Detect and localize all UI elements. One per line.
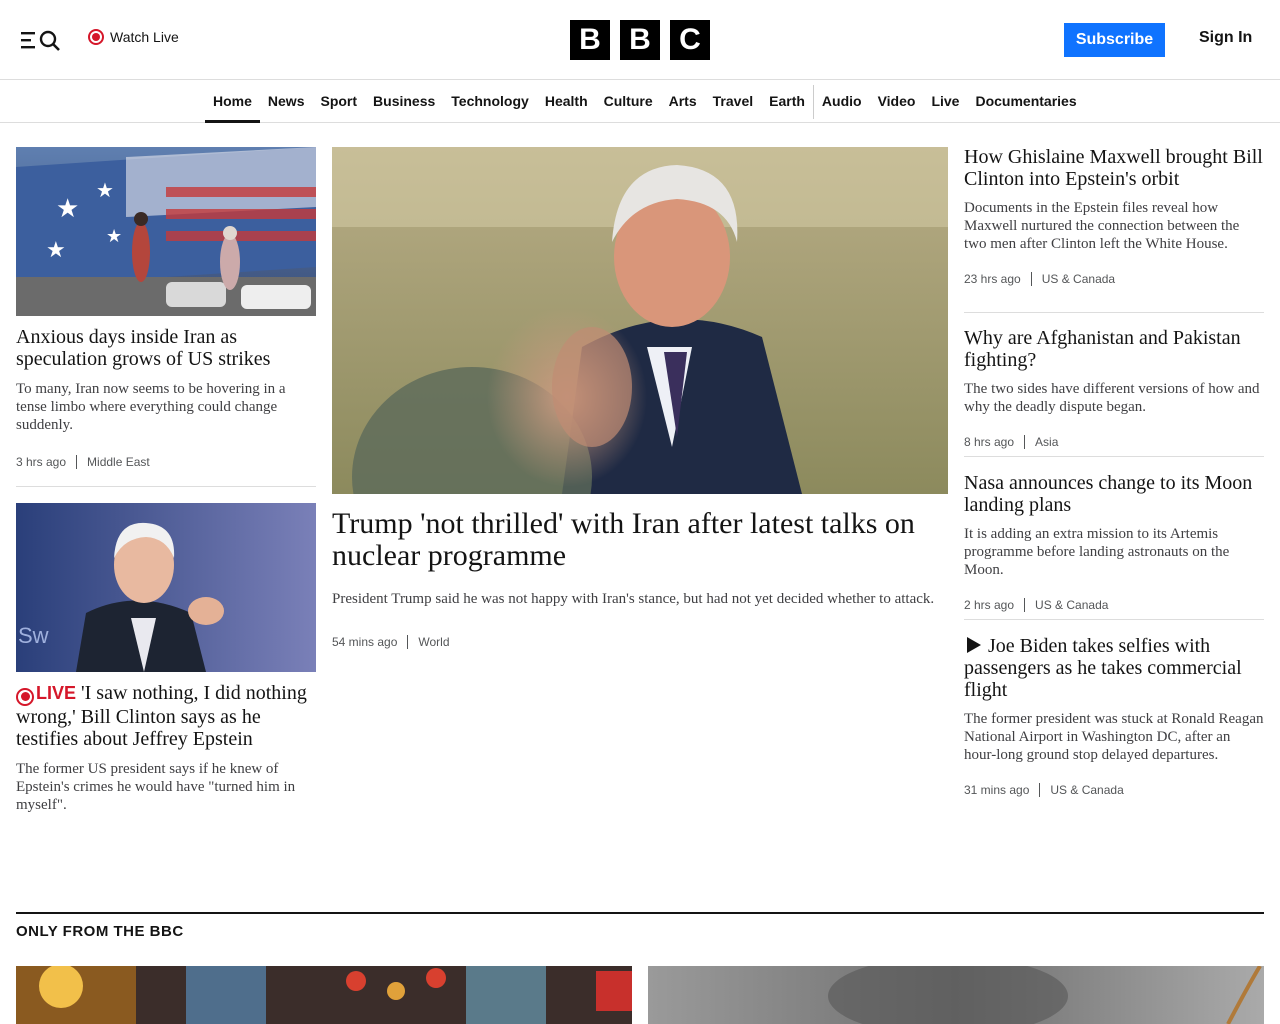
story-headline[interactable]: How Ghislaine Maxwell brought Bill Clint… xyxy=(964,146,1264,190)
story-tag[interactable]: US & Canada xyxy=(1050,783,1123,797)
svg-text:★: ★ xyxy=(106,226,122,246)
watch-live-link[interactable]: Watch Live xyxy=(88,29,179,45)
story-image-clinton[interactable]: Sw xyxy=(16,503,316,672)
watch-live-label: Watch Live xyxy=(110,29,179,45)
meta-divider xyxy=(407,635,409,649)
nav-item-culture[interactable]: Culture xyxy=(596,81,661,122)
story-headline[interactable]: Why are Afghanistan and Pakistan fightin… xyxy=(964,327,1264,371)
story-headline[interactable]: Nasa announces change to its Moon landin… xyxy=(964,472,1264,516)
story-card[interactable]: How Ghislaine Maxwell brought Bill Clint… xyxy=(964,146,1264,286)
bbc-logo[interactable]: B B C xyxy=(570,20,710,60)
lead-story-summary: President Trump said he was not happy wi… xyxy=(332,591,935,607)
story-headline-text[interactable]: Joe Biden takes selfies with passengers … xyxy=(964,635,1242,701)
story-summary: The former US president says if he knew … xyxy=(16,760,296,813)
nav-item-earth[interactable]: Earth xyxy=(761,81,813,122)
story-summary: It is adding an extra mission to its Art… xyxy=(964,526,1230,578)
meta-divider xyxy=(1039,783,1041,797)
svg-text:★: ★ xyxy=(96,180,114,202)
meta-divider xyxy=(76,455,78,469)
story-summary: The two sides have different versions of… xyxy=(964,381,1260,415)
story-headline[interactable]: Anxious days inside Iran as speculation … xyxy=(16,326,316,370)
live-badge: LIVE xyxy=(16,683,77,706)
svg-text:Sw: Sw xyxy=(18,623,49,648)
menu-search-icon[interactable] xyxy=(21,29,63,51)
story-card[interactable]: Why are Afghanistan and Pakistan fightin… xyxy=(964,327,1264,449)
story-image-iran-mural[interactable]: ★ ★ ★ ★ xyxy=(16,147,316,316)
lead-story-headline[interactable]: Trump 'not thrilled' with Iran after lat… xyxy=(332,508,948,572)
meta-divider xyxy=(1024,598,1026,612)
story-tag[interactable]: Middle East xyxy=(87,455,150,469)
story-meta: 8 hrs ago Asia xyxy=(964,435,1264,449)
story-time: 8 hrs ago xyxy=(964,435,1015,449)
nav-item-audio[interactable]: Audio xyxy=(814,81,870,122)
story-time: 31 mins ago xyxy=(964,783,1030,797)
story-time: 23 hrs ago xyxy=(964,272,1021,286)
divider xyxy=(16,486,316,487)
story-image-market[interactable] xyxy=(16,966,632,1024)
story-card[interactable]: Joe Biden takes selfies with passengers … xyxy=(964,635,1264,797)
story-meta: 54 mins ago World xyxy=(332,635,948,649)
site-header: Watch Live B B C Subscribe Sign In xyxy=(0,0,1280,80)
nav-item-home[interactable]: Home xyxy=(205,81,260,123)
story-time: 2 hrs ago xyxy=(964,598,1015,612)
story-meta: 3 hrs ago Middle East xyxy=(16,455,316,469)
subscribe-button[interactable]: Subscribe xyxy=(1064,23,1165,57)
logo-letter: B xyxy=(570,20,610,60)
nav-item-news[interactable]: News xyxy=(260,81,313,122)
story-meta: 2 hrs ago US & Canada xyxy=(964,598,1264,612)
divider xyxy=(964,312,1264,313)
story-tag[interactable]: World xyxy=(418,635,449,649)
nav-item-technology[interactable]: Technology xyxy=(443,81,537,122)
main-nav: Home News Sport Business Technology Heal… xyxy=(0,81,1280,123)
play-icon xyxy=(967,637,981,653)
nav-item-business[interactable]: Business xyxy=(365,81,443,122)
nav-item-documentaries[interactable]: Documentaries xyxy=(967,81,1084,122)
story-time: 3 hrs ago xyxy=(16,455,67,469)
svg-text:★: ★ xyxy=(46,237,66,262)
story-headline[interactable]: Joe Biden takes selfies with passengers … xyxy=(964,635,1264,701)
section-title: ONLY FROM THE BBC xyxy=(16,923,184,940)
story-time: 54 mins ago xyxy=(332,635,398,649)
live-icon xyxy=(16,687,34,706)
logo-letter: C xyxy=(670,20,710,60)
story-headline[interactable]: LIVE 'I saw nothing, I did nothing wrong… xyxy=(16,682,316,750)
sign-in-link[interactable]: Sign In xyxy=(1199,29,1252,47)
lead-story-image[interactable] xyxy=(332,147,948,494)
nav-item-arts[interactable]: Arts xyxy=(661,81,705,122)
lead-story[interactable]: Trump 'not thrilled' with Iran after lat… xyxy=(332,147,948,649)
story-image-grey[interactable] xyxy=(648,966,1264,1024)
nav-item-travel[interactable]: Travel xyxy=(705,81,761,122)
nav-item-health[interactable]: Health xyxy=(537,81,596,122)
divider xyxy=(964,456,1264,457)
story-meta: 31 mins ago US & Canada xyxy=(964,783,1264,797)
story-tag[interactable]: US & Canada xyxy=(1035,598,1108,612)
story-summary: The former president was stuck at Ronald… xyxy=(964,711,1264,763)
section-divider xyxy=(16,912,1264,914)
story-meta: 23 hrs ago US & Canada xyxy=(964,272,1264,286)
story-summary: Documents in the Epstein files reveal ho… xyxy=(964,200,1240,252)
nav-item-video[interactable]: Video xyxy=(870,81,924,122)
story-card[interactable]: Nasa announces change to its Moon landin… xyxy=(964,472,1264,612)
svg-text:★: ★ xyxy=(56,193,79,223)
live-label: LIVE xyxy=(36,683,77,703)
story-card[interactable]: Sw LIVE 'I saw nothing, I did nothing wr… xyxy=(16,503,316,814)
logo-letter: B xyxy=(620,20,660,60)
story-tag[interactable]: Asia xyxy=(1035,435,1058,449)
meta-divider xyxy=(1024,435,1026,449)
nav-item-live[interactable]: Live xyxy=(923,81,967,122)
story-summary: To many, Iran now seems to be hovering i… xyxy=(16,381,286,433)
nav-item-sport[interactable]: Sport xyxy=(312,81,365,122)
story-card[interactable]: ★ ★ ★ ★ Anxious days inside Iran as spec… xyxy=(16,147,316,469)
meta-divider xyxy=(1030,272,1032,286)
divider xyxy=(964,619,1264,620)
live-dot-icon xyxy=(88,29,104,45)
story-tag[interactable]: US & Canada xyxy=(1042,272,1115,286)
